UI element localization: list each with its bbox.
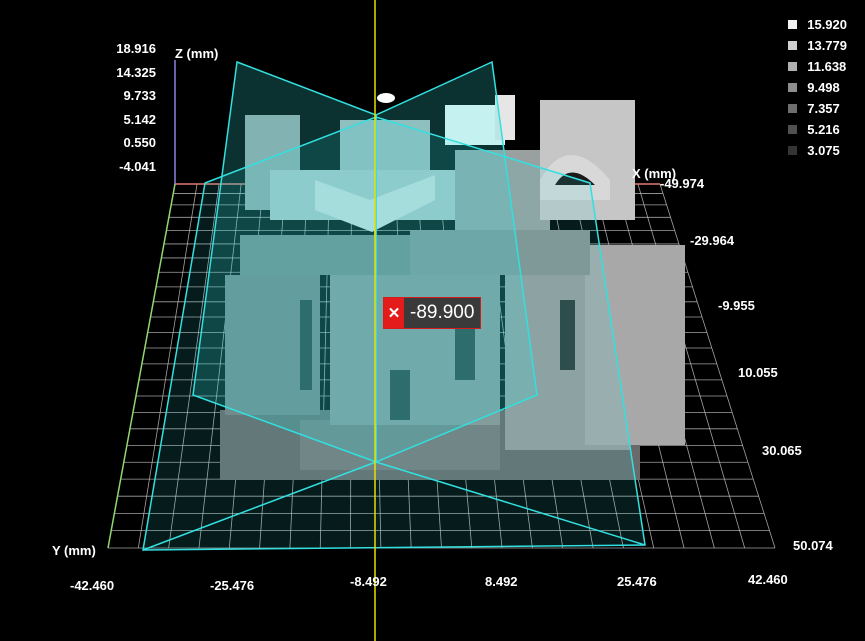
height-legend: 15.920 13.779 11.638 9.498 7.357 5.216 3.075 bbox=[788, 14, 847, 161]
y-axis-tick: -29.964 bbox=[690, 233, 735, 248]
legend-value: 5.216 bbox=[807, 122, 840, 137]
z-axis-title: Z (mm) bbox=[175, 46, 219, 61]
legend-swatch bbox=[788, 104, 798, 113]
legend-value: 3.075 bbox=[807, 143, 840, 158]
z-axis-tick: -4.041 bbox=[119, 158, 156, 174]
y-axis-tick: -9.955 bbox=[718, 298, 755, 313]
z-axis-tick: 5.142 bbox=[123, 111, 156, 127]
legend-item: 7.357 bbox=[788, 98, 847, 119]
cut-plane-floor bbox=[142, 116, 646, 551]
legend-value: 13.779 bbox=[807, 38, 847, 53]
legend-item: 3.075 bbox=[788, 140, 847, 161]
legend-swatch bbox=[788, 146, 798, 155]
x-axis-tick: -8.492 bbox=[350, 574, 387, 589]
x-axis-tick: 8.492 bbox=[485, 574, 518, 589]
legend-swatch bbox=[788, 83, 798, 92]
legend-item: 5.216 bbox=[788, 119, 847, 140]
z-axis-tick: 0.550 bbox=[123, 135, 156, 150]
legend-swatch bbox=[788, 125, 798, 134]
legend-value: 11.638 bbox=[807, 59, 847, 74]
y-axis-tick: 30.065 bbox=[762, 443, 802, 458]
y-axis-tick: 10.055 bbox=[738, 365, 778, 380]
legend-value: 15.920 bbox=[807, 17, 847, 32]
z-axis-tick: 14.325 bbox=[116, 64, 156, 80]
cut-plane-value[interactable]: -89.900 bbox=[404, 298, 481, 328]
x-axis-tick: 25.476 bbox=[617, 574, 657, 589]
legend-item: 11.638 bbox=[788, 56, 847, 77]
cut-plane-marker[interactable]: ✕ -89.900 bbox=[383, 297, 482, 329]
legend-item: 13.779 bbox=[788, 35, 847, 56]
y-axis-tick: -49.974 bbox=[660, 176, 705, 191]
legend-value: 7.357 bbox=[807, 101, 840, 116]
z-axis-tick: 9.733 bbox=[123, 88, 156, 103]
legend-item: 15.920 bbox=[788, 14, 847, 35]
x-axis-tick: -42.460 bbox=[70, 578, 115, 593]
legend-value: 9.498 bbox=[807, 80, 840, 95]
x-axis-tick: -25.476 bbox=[210, 578, 255, 593]
legend-item: 9.498 bbox=[788, 77, 847, 98]
z-axis-tick: 18.916 bbox=[116, 41, 156, 56]
close-icon[interactable]: ✕ bbox=[384, 298, 404, 328]
y-axis-title: Y (mm) bbox=[52, 543, 96, 558]
legend-swatch bbox=[788, 41, 798, 50]
x-axis-tick: 42.460 bbox=[748, 572, 788, 587]
crosshair-marker bbox=[377, 93, 395, 103]
legend-swatch bbox=[788, 62, 798, 71]
legend-swatch bbox=[788, 20, 798, 29]
y-axis-tick: 50.074 bbox=[793, 538, 833, 553]
point-cloud-3d-viewport[interactable]: 18.916 14.325 9.733 5.142 0.550 -4.041 Z (mm)… bbox=[0, 0, 865, 641]
